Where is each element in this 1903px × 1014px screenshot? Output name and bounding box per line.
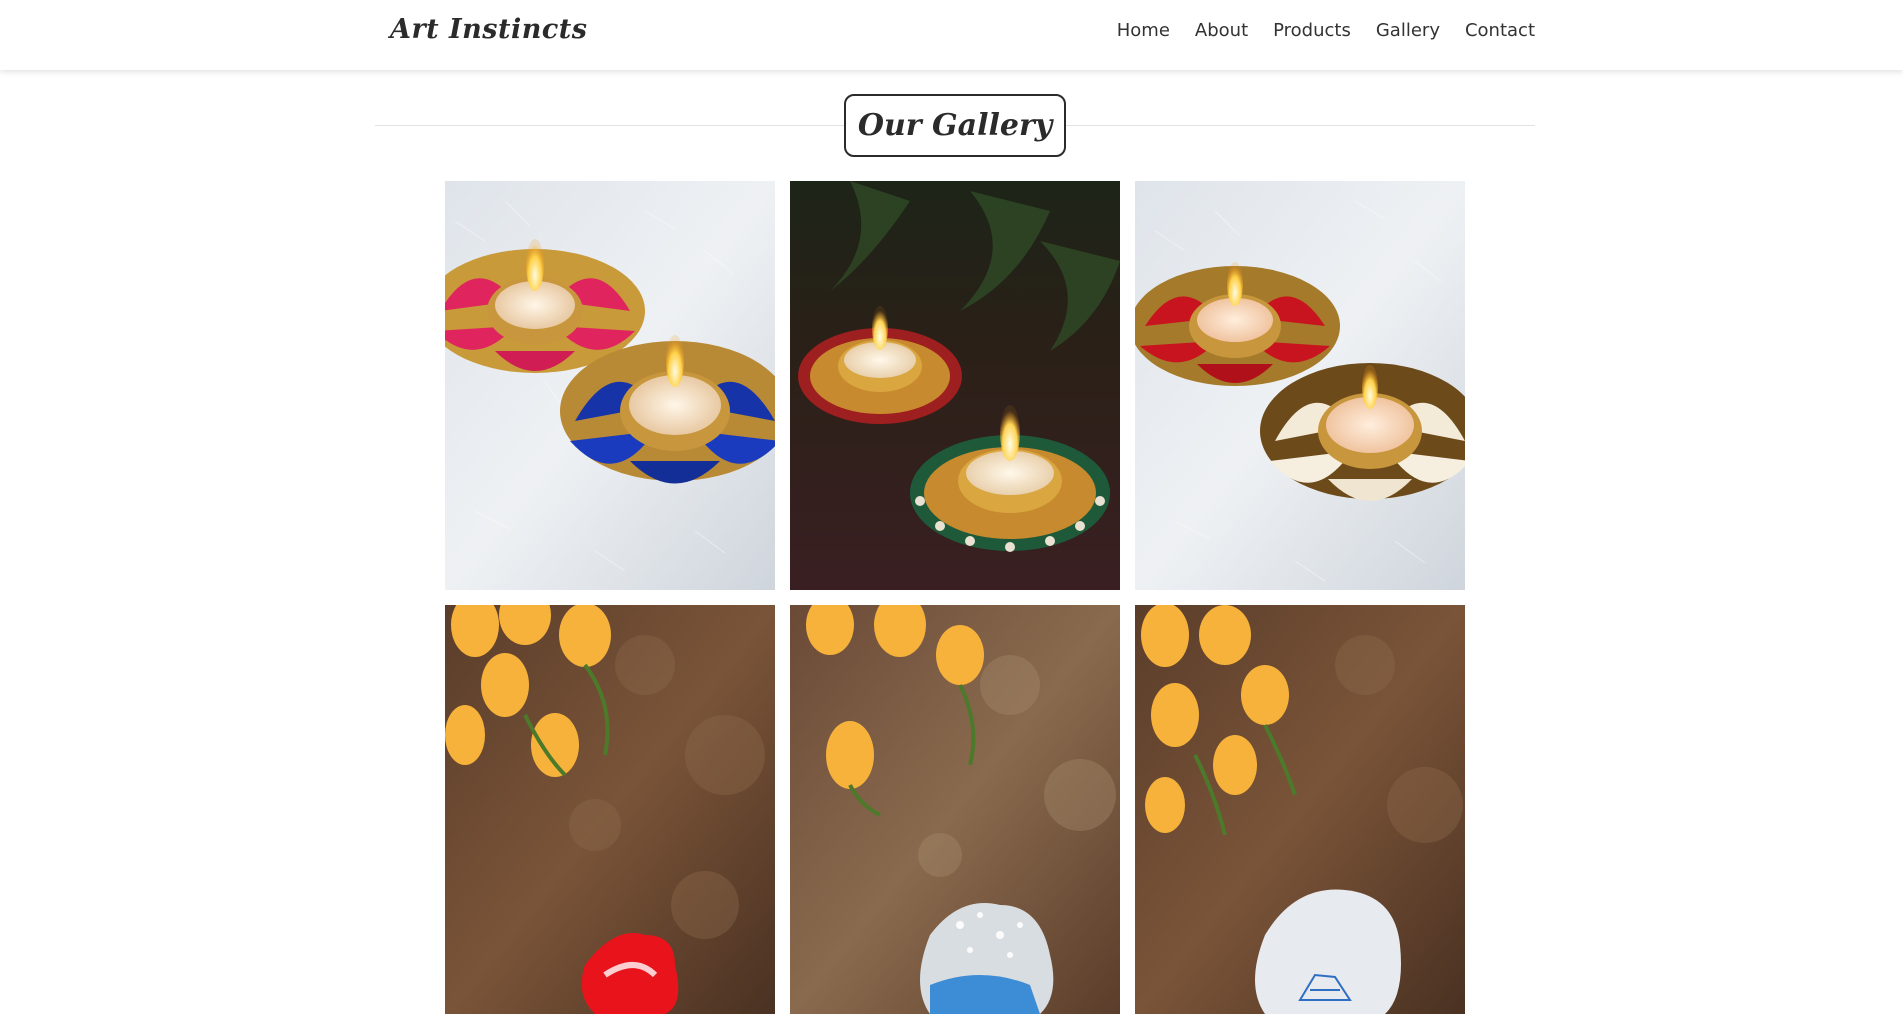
brand-logo[interactable]: Art Instincts [390, 14, 587, 45]
nav-link-about[interactable]: About [1195, 20, 1248, 41]
gallery-image-3[interactable] [1135, 181, 1465, 590]
gallery-image-6[interactable] [1135, 605, 1465, 1014]
navbar: Art Instincts Home About Products Galler… [0, 0, 1903, 70]
nav-link-products[interactable]: Products [1273, 20, 1351, 41]
gallery-image-4[interactable] [445, 605, 775, 1014]
gallery-title-box: Our Gallery [844, 94, 1066, 157]
gallery-image-5[interactable] [790, 605, 1120, 1014]
gallery-header: Our Gallery [375, 94, 1535, 158]
nav-link-gallery[interactable]: Gallery [1376, 20, 1440, 41]
gallery-image-2[interactable] [790, 181, 1120, 590]
nav-link-home[interactable]: Home [1117, 20, 1170, 41]
gallery-title: Our Gallery [857, 108, 1053, 143]
gallery-grid [445, 181, 1465, 1014]
nav-links: Home About Products Gallery Contact [1117, 20, 1535, 41]
gallery-image-1[interactable] [445, 181, 775, 590]
nav-link-contact[interactable]: Contact [1465, 20, 1535, 41]
